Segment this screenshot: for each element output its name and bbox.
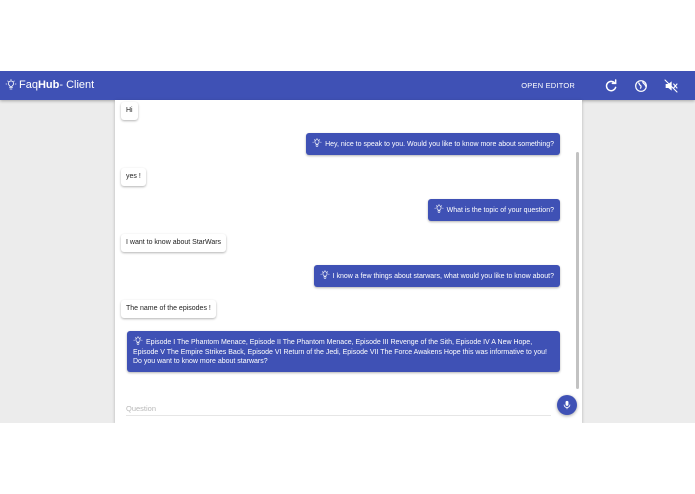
toolbar-actions: OPEN EDITOR	[521, 71, 679, 100]
message-text: What is the topic of your question?	[446, 207, 554, 214]
message-text: yes !	[126, 173, 141, 180]
lightbulb-icon	[434, 204, 444, 213]
message-text: I want to know about StarWars	[126, 239, 222, 246]
message-text: Episode I The Phantom Menace, Episode II…	[133, 339, 547, 365]
message-text: Hey, nice to speak to you. Would you lik…	[325, 141, 554, 148]
microphone-icon	[563, 400, 571, 410]
brand-bold: Hub	[37, 79, 60, 91]
user-message: Hi	[121, 102, 138, 120]
bot-message: Hey, nice to speak to you. Would you lik…	[306, 133, 560, 155]
app-root: Faq Hub - Client OPEN EDITOR Hi Hey, nice …	[0, 71, 695, 423]
lightbulb-icon	[133, 336, 143, 345]
lightbulb-icon	[5, 79, 17, 90]
open-editor-button[interactable]: OPEN EDITOR	[521, 81, 575, 90]
app-brand: Faq Hub - Client	[5, 77, 94, 93]
lightbulb-icon	[312, 138, 322, 147]
brand-prefix: Faq	[19, 79, 38, 91]
top-app-bar: Faq Hub - Client OPEN EDITOR	[0, 71, 695, 100]
microphone-button[interactable]	[557, 395, 577, 415]
message-text: I know a few things about starwars, what…	[332, 273, 554, 280]
globe-icon[interactable]	[633, 78, 649, 94]
user-message: The name of the episodes !	[121, 300, 216, 318]
lightbulb-icon	[320, 270, 330, 279]
volume-off-icon[interactable]	[663, 78, 679, 94]
question-input[interactable]	[126, 402, 551, 416]
chat-panel: Hi Hey, nice to speak to you. Would you l…	[115, 100, 582, 423]
message-text: Hi	[126, 107, 133, 114]
user-message: I want to know about StarWars	[121, 234, 227, 252]
message-text: The name of the episodes !	[126, 305, 211, 312]
bot-message: Episode I The Phantom Menace, Episode II…	[127, 331, 560, 372]
refresh-icon[interactable]	[603, 78, 619, 94]
bot-message: What is the topic of your question?	[427, 199, 560, 221]
brand-suffix: - Client	[59, 79, 95, 91]
scrollbar-thumb[interactable]	[576, 152, 579, 389]
bot-message: I know a few things about starwars, what…	[313, 265, 560, 287]
user-message: yes !	[121, 168, 146, 186]
